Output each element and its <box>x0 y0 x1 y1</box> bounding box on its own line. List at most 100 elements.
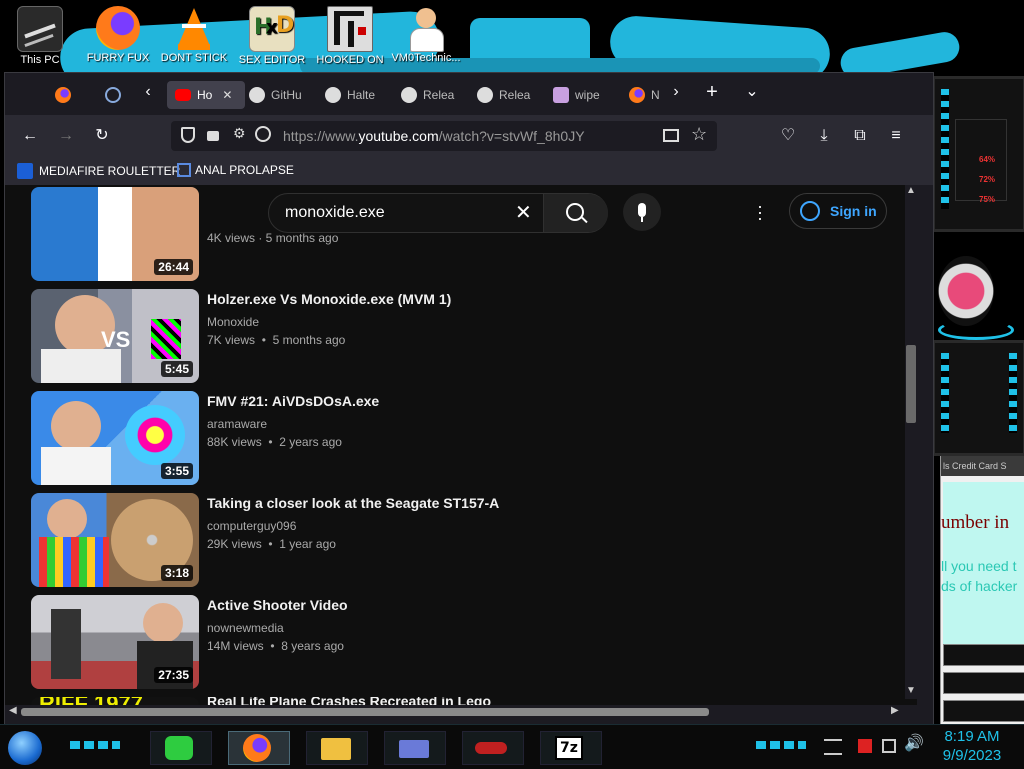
navigation-toolbar: ← → ↻ ⚙ https://www.youtube.com/watch?v=… <box>5 115 933 157</box>
taskbar-rocket[interactable] <box>462 731 524 765</box>
vertical-scrollbar[interactable]: ▲ ▼ <box>905 185 917 699</box>
list-all-tabs-button[interactable]: ⌄ <box>741 81 763 103</box>
github-icon <box>249 87 265 103</box>
tab-globe[interactable] <box>105 81 131 109</box>
video-thumbnail[interactable]: VS 5:45 <box>31 289 199 383</box>
tab-github-2[interactable]: Halte <box>325 81 395 109</box>
scrollbar-thumb[interactable] <box>906 345 916 423</box>
tab-wipe[interactable]: wipe <box>553 81 623 109</box>
taskbar-decoration-left <box>70 741 120 749</box>
channel-name[interactable]: Monoxide <box>207 315 259 329</box>
scroll-right-arrow[interactable]: ▶ <box>891 705 899 716</box>
firefox-icon <box>96 6 140 50</box>
wipe-icon <box>553 87 569 103</box>
network-icon[interactable] <box>882 739 896 753</box>
extensions-icon[interactable]: ⧉ <box>849 125 871 147</box>
shield-icon[interactable] <box>181 127 195 143</box>
forward-button[interactable]: → <box>55 125 77 147</box>
taskbar-firefox[interactable] <box>228 731 290 765</box>
video-item-partial-top[interactable]: 26:44 4K views · 5 months ago <box>31 187 891 281</box>
voice-search-button[interactable] <box>623 193 661 231</box>
tab-github-4[interactable]: Relea <box>477 81 547 109</box>
tab-github-3[interactable]: Relea <box>401 81 471 109</box>
bookmarks-toolbar: MEDIAFIRE ROULETTER ANAL PROLAPSE <box>5 157 933 185</box>
video-title[interactable]: Active Shooter Video <box>207 597 348 613</box>
video-title[interactable]: Taking a closer look at the Seagate ST15… <box>207 495 499 511</box>
desktop-icon-label: HOOKED ON <box>316 54 384 66</box>
url-text[interactable]: https://www.youtube.com/watch?v=stvWf_8h… <box>283 128 585 144</box>
volume-icon[interactable]: 🔊 <box>904 733 924 753</box>
tab-youtube[interactable]: Ho ✕ <box>167 81 245 109</box>
bookmark-star-icon[interactable]: ☆ <box>691 124 707 145</box>
tab-github-1[interactable]: GitHu <box>249 81 319 109</box>
search-input[interactable] <box>283 201 507 225</box>
show-hidden-icons[interactable] <box>824 739 842 755</box>
tab-firefox[interactable] <box>55 81 81 109</box>
taskbar-7zip[interactable]: 7z <box>540 731 602 765</box>
video-title[interactable]: FMV #21: AiVDsDOsA.exe <box>207 393 379 409</box>
desktop-icon-vm0technic[interactable]: VM0Technic... <box>388 6 464 64</box>
bookmark-mediafire[interactable]: MEDIAFIRE ROULETTER <box>17 163 180 179</box>
horizontal-scrollbar-thumb[interactable] <box>21 708 709 716</box>
close-tab-icon[interactable]: ✕ <box>222 88 232 102</box>
bookmark-anal-prolapse[interactable]: ANAL PROLAPSE <box>177 163 294 177</box>
desktop-icon-sex-editor[interactable]: H x D SEX EDITOR <box>234 6 310 66</box>
desktop-icon-furry-fux[interactable]: FURRY FUX <box>80 6 156 64</box>
video-item[interactable]: VS 5:45 Holzer.exe Vs Monoxide.exe (MVM … <box>31 289 891 385</box>
tab-firefox-2[interactable]: N <box>629 81 665 109</box>
desktop-icon-hooked-on[interactable]: HOOKED ON <box>312 6 388 66</box>
video-item[interactable]: 3:55 FMV #21: AiVDsDOsA.exe aramaware 88… <box>31 391 891 487</box>
search-box[interactable]: ✕ <box>268 193 608 233</box>
video-thumbnail[interactable]: RIFF 1977 <box>31 697 199 705</box>
desktop-icon-label: SEX EDITOR <box>238 54 306 66</box>
video-thumbnail[interactable]: 26:44 <box>31 187 199 281</box>
horizontal-scrollbar-track[interactable]: ◀ ▶ <box>5 705 905 719</box>
pocket-icon[interactable]: ♡ <box>777 125 799 147</box>
desktop-icon-dont-stick[interactable]: DONT STICK <box>156 6 232 64</box>
back-button[interactable]: ← <box>19 125 41 147</box>
scroll-down-arrow[interactable]: ▼ <box>906 685 916 696</box>
desktop-icon-this-pc[interactable]: This PC <box>2 6 78 66</box>
channel-name[interactable]: nownewmedia <box>207 621 284 635</box>
action-center-flag-icon[interactable] <box>858 739 872 753</box>
taskbar-file-explorer[interactable] <box>306 731 368 765</box>
scroll-up-arrow[interactable]: ▲ <box>906 185 916 196</box>
video-item[interactable]: 3:18 Taking a closer look at the Seagate… <box>31 493 891 589</box>
taskbar-notes[interactable] <box>150 731 212 765</box>
video-title[interactable]: Real Life Plane Crashes Recreated in Leg… <box>207 697 491 705</box>
channel-name[interactable]: computerguy096 <box>207 519 296 533</box>
url-bar[interactable]: ⚙ https://www.youtube.com/watch?v=stvWf_… <box>171 121 717 151</box>
background-window-tab: ls Credit Card S <box>941 456 1024 476</box>
scroll-left-arrow[interactable]: ◀ <box>9 705 17 716</box>
background-window[interactable]: ls Credit Card S umber in ll you need t … <box>940 456 1024 724</box>
id-card-icon <box>399 740 429 758</box>
video-thumbnail[interactable]: 3:55 <box>31 391 199 485</box>
downloads-icon[interactable]: ⤓ <box>813 125 835 147</box>
video-title[interactable]: Holzer.exe Vs Monoxide.exe (MVM 1) <box>207 291 451 307</box>
search-button[interactable] <box>543 194 608 232</box>
autoplay-blocked-icon[interactable] <box>255 126 271 142</box>
clear-search-icon[interactable]: ✕ <box>515 200 532 225</box>
firefox-icon <box>55 87 71 103</box>
this-pc-icon <box>17 6 63 52</box>
tab-scroll-right-button[interactable]: › <box>665 81 687 103</box>
picture-in-picture-icon[interactable] <box>663 129 679 142</box>
video-item-partial-bottom[interactable]: RIFF 1977 Real Life Plane Crashes Recrea… <box>31 697 891 705</box>
permissions-icon[interactable]: ⚙ <box>233 125 246 142</box>
more-options-icon[interactable]: · · · <box>757 197 763 227</box>
menu-icon[interactable]: ≡ <box>885 125 907 147</box>
reload-button[interactable]: ↻ <box>91 125 113 147</box>
firefox-icon <box>629 87 645 103</box>
tab-scroll-left-button[interactable]: ‹ <box>137 81 159 103</box>
new-tab-button[interactable]: + <box>701 81 723 103</box>
clock[interactable]: 8:19 AM 9/9/2023 <box>930 727 1014 765</box>
video-thumbnail[interactable]: 3:18 <box>31 493 199 587</box>
start-button[interactable] <box>8 731 42 765</box>
video-thumbnail[interactable]: 27:35 <box>31 595 199 689</box>
channel-name[interactable]: aramaware <box>207 417 267 431</box>
sign-in-button[interactable]: Sign in <box>789 193 887 229</box>
globe-icon <box>105 87 121 103</box>
taskbar-id-card[interactable] <box>384 731 446 765</box>
lock-icon[interactable] <box>207 131 219 141</box>
video-item[interactable]: 27:35 Active Shooter Video nownewmedia 1… <box>31 595 891 691</box>
